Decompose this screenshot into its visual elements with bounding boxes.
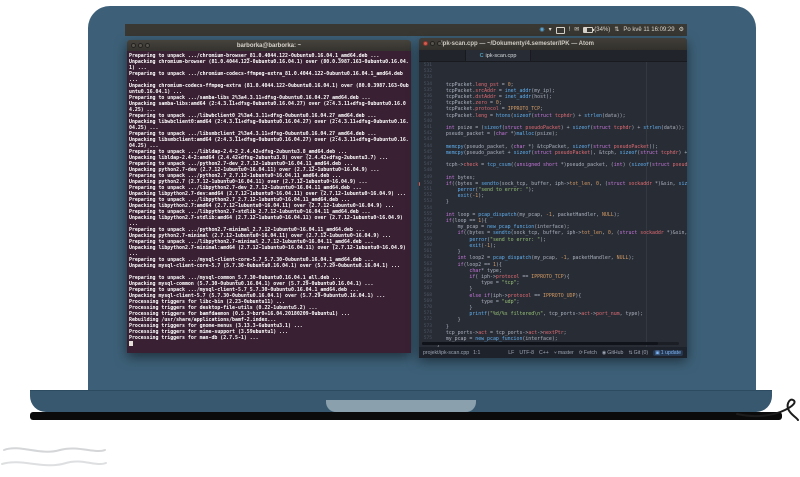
atom-editor[interactable]: 531 532 533 534 535 536 537 538 539 540 541 542 543 5…: [419, 62, 687, 347]
minimize-button[interactable]: [138, 43, 143, 48]
minimize-button[interactable]: [430, 41, 435, 46]
status-left: projekt/ipk-scan.cpp 1:1: [423, 350, 504, 356]
wrap-guide: [646, 62, 647, 347]
encoding-selector[interactable]: UTF-8: [519, 350, 534, 356]
status-file-path[interactable]: projekt/ipk-scan.cpp: [423, 350, 469, 356]
line-number-gutter: 531 532 533 534 535 536 537 538 539 540 541 542 543 5…: [419, 62, 434, 347]
caret-down-icon[interactable]: ▾: [549, 27, 552, 33]
atom-tab-bar: C ipk-scan.cpp: [419, 50, 687, 62]
alert-indicator-icon[interactable]: !: [569, 27, 571, 33]
line-ending-selector[interactable]: LF: [508, 350, 514, 356]
github-fetch[interactable]: ⟳ Fetch: [579, 350, 597, 356]
terminal-window: barborka@barborka: ~ Preparing to unpack…: [127, 40, 411, 353]
git-branch[interactable]: ⑂ master: [554, 350, 574, 356]
laptop-notch: [326, 400, 476, 412]
terminal-body[interactable]: Preparing to unpack .../chromium-browser…: [127, 51, 411, 353]
github-tab[interactable]: ◉ GitHub: [602, 350, 624, 356]
laptop-bottom-edge: [30, 412, 782, 420]
battery-indicator[interactable]: (34%): [583, 27, 610, 33]
clock-indicator[interactable]: Po kvě 11 16:09:29: [623, 27, 674, 33]
github-fetch-icon: ⟳: [578, 349, 583, 356]
git-branch-icon: ⑂: [553, 349, 557, 356]
grammar-selector[interactable]: C++: [539, 350, 549, 356]
update-badge[interactable]: ▣ 1 update: [653, 349, 683, 356]
session-gear-icon[interactable]: ⚙: [679, 27, 684, 33]
status-cursor-position[interactable]: 1:1: [473, 350, 480, 356]
sketch-squiggle-left: [1, 447, 107, 467]
scrollbar-thumb[interactable]: [422, 342, 659, 345]
status-right: LF UTF-8 C++ ⑂ master ⟳ Fetch ◉ GitHub ⇅ Git (0) ▣ 1…: [508, 349, 683, 356]
maximize-button[interactable]: [145, 43, 150, 48]
laptop-mockup: ◉ ▾! ✉ (34%) ⇅ Po kvě 11 16:09:29 ⚙ barborka@b…: [0, 0, 800, 477]
terminal-window-controls: [131, 43, 150, 48]
tab-label: ipk-scan.cpp: [485, 52, 517, 59]
sketch-squiggle-right: [736, 398, 799, 421]
git-tab-icon: ⇅: [628, 349, 633, 356]
terminal-output: Preparing to unpack .../chromium-browser…: [129, 53, 410, 347]
update-badge-icon: ▣: [655, 349, 660, 356]
mail-indicator-icon[interactable]: ✉: [574, 27, 579, 33]
maximize-button[interactable]: [437, 41, 442, 46]
code-area[interactable]: tcpPacket.leng_pst = 0; tcpPacket.srcAdd…: [434, 62, 687, 347]
code-line: tcph->check = tcp_csum((unsigned short *…: [437, 162, 687, 169]
terminal-titlebar[interactable]: barborka@barborka: ~: [127, 40, 411, 51]
terminal-cursor: [129, 341, 133, 346]
menubar: ◉ ▾! ✉ (34%) ⇅ Po kvě 11 16:09:29 ⚙: [125, 24, 687, 36]
atom-status-bar: projekt/ipk-scan.cpp 1:1 LF UTF-8 C++ ⑂ mast…: [419, 347, 687, 358]
atom-window: ipk-scan.cpp — ~/Dokumenty/4.semester/IP…: [419, 38, 687, 358]
tab-ipk-scan-cpp[interactable]: C ipk-scan.cpp: [465, 50, 531, 61]
atom-window-title: ipk-scan.cpp — ~/Dokumenty/4.semester/IP…: [441, 41, 594, 47]
git-tab[interactable]: ⇅ Git (0): [628, 350, 648, 356]
laptop-base: [30, 390, 772, 412]
close-button[interactable]: [131, 43, 136, 48]
cpp-file-icon: C: [479, 52, 484, 59]
code-line: memcpy(pseudo_packet + sizeof(struct pse…: [445, 149, 687, 156]
messaging-indicator-icon[interactable]: ◉: [539, 27, 544, 33]
network-arrows-icon[interactable]: ⇅: [614, 27, 619, 33]
atom-window-controls: [423, 41, 442, 46]
horizontal-scrollbar[interactable]: [422, 342, 679, 345]
close-button[interactable]: [423, 41, 428, 46]
atom-titlebar[interactable]: ipk-scan.cpp — ~/Dokumenty/4.semester/IP…: [419, 38, 687, 50]
keyboard-indicator-icon[interactable]: [555, 26, 565, 34]
github-tab-icon: ◉: [601, 349, 607, 356]
terminal-title: barborka@barborka: ~: [236, 42, 302, 49]
